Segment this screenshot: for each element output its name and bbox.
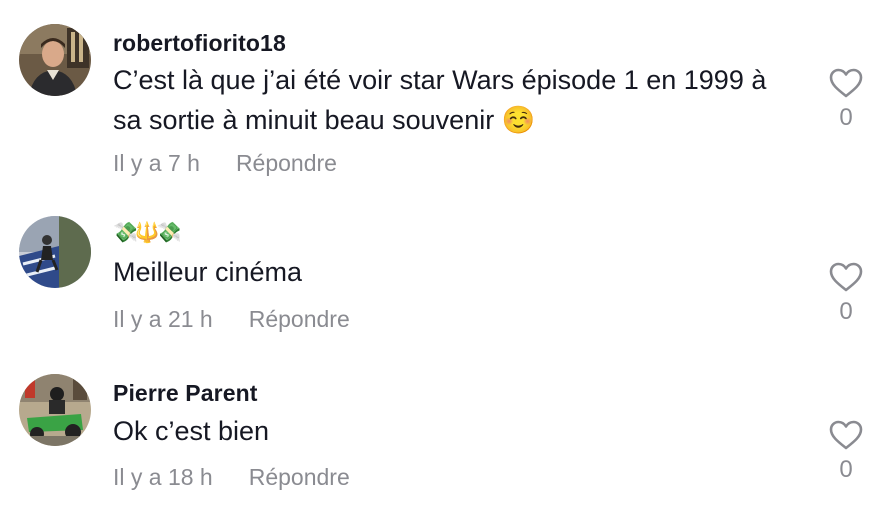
comment-timestamp: Il y a 18 h [113, 464, 213, 490]
comment-timestamp: Il y a 7 h [113, 150, 200, 176]
like-count: 0 [839, 456, 853, 483]
like-button[interactable]: 0 [826, 420, 866, 484]
reply-button[interactable]: Répondre [249, 306, 350, 333]
like-button[interactable]: 0 [826, 68, 866, 132]
comment-meta: Il y a 18 h Répondre [113, 464, 350, 491]
comment-username[interactable]: robertofiorito18 [113, 30, 286, 57]
skate-avatar-icon[interactable] [19, 216, 91, 288]
comment-username[interactable]: Pierre Parent [113, 380, 258, 407]
comment-text: C’est là que j’ai été voir star Wars épi… [113, 65, 767, 135]
heart-icon [829, 420, 863, 450]
reply-button[interactable]: Répondre [249, 464, 350, 491]
person-avatar-icon[interactable] [19, 24, 91, 96]
comment-username[interactable]: 💸🔱💸 [113, 220, 182, 245]
heart-icon [829, 262, 863, 292]
comment-timestamp: Il y a 21 h [113, 306, 213, 332]
like-button[interactable]: 0 [826, 262, 866, 326]
comment-text: Ok c’est bien [113, 416, 270, 446]
heart-icon [829, 68, 863, 98]
reply-button[interactable]: Répondre [236, 150, 337, 177]
like-count: 0 [839, 104, 853, 131]
mower-avatar-icon[interactable] [19, 374, 91, 446]
comment-meta: Il y a 7 h Répondre [113, 150, 337, 177]
comment-meta: Il y a 21 h Répondre [113, 306, 350, 333]
comment-text: Meilleur cinéma [113, 257, 303, 287]
like-count: 0 [839, 298, 853, 325]
